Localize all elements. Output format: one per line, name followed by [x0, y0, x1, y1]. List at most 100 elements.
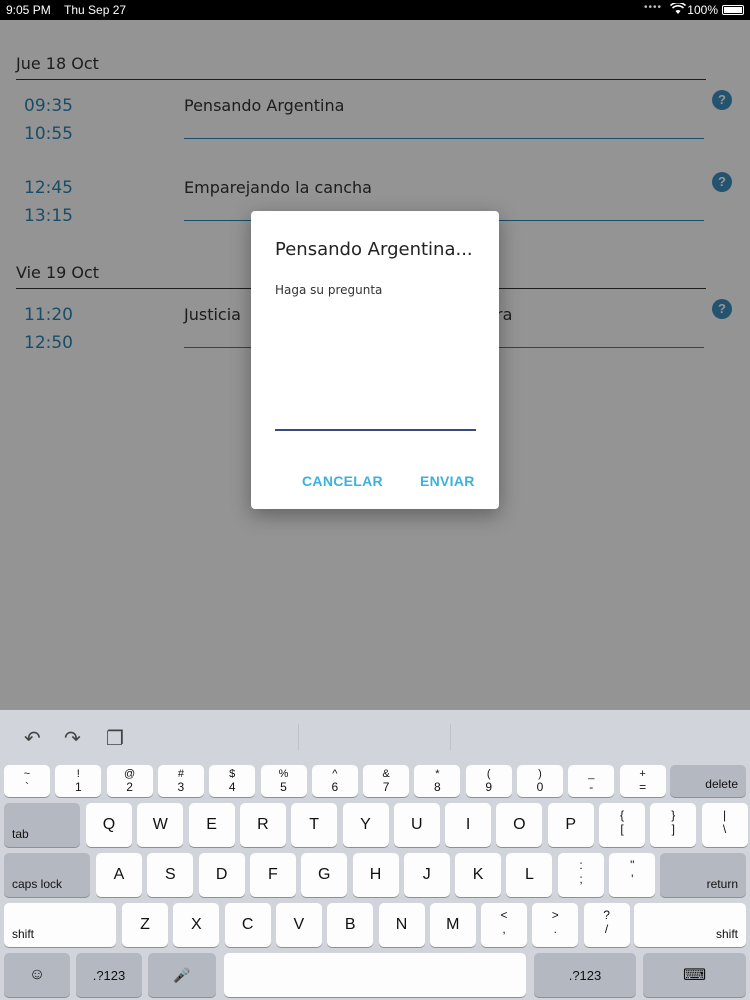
key-y[interactable]: Y	[342, 803, 389, 847]
key-shift-symbol: {	[619, 808, 624, 822]
key-9[interactable]: (9	[465, 765, 512, 797]
key-shift-symbol: %	[278, 768, 289, 780]
key-symbol: 5	[280, 780, 287, 794]
key-3[interactable]: #3	[157, 765, 204, 797]
key-m[interactable]: M	[429, 903, 476, 947]
key-b[interactable]: B	[327, 903, 374, 947]
keyboard-toolbar: ↶ ↷ ❐	[0, 710, 750, 764]
key-k[interactable]: K	[455, 853, 502, 897]
key-2[interactable]: @2	[106, 765, 153, 797]
mic-icon[interactable]: 🎤	[148, 953, 216, 997]
key-shift-symbol: "	[630, 858, 635, 872]
key-symbol-row3-2[interactable]: ? /	[583, 903, 630, 947]
key-shift-symbol: $	[229, 768, 236, 780]
key-o[interactable]: O	[496, 803, 543, 847]
key-q[interactable]: Q	[86, 803, 132, 847]
key-symbol: .	[553, 922, 557, 936]
delete-key[interactable]: delete	[670, 765, 746, 797]
key-shift-symbol: ^	[332, 768, 338, 780]
caps-lock-key[interactable]: caps lock	[4, 853, 90, 897]
key-x[interactable]: X	[173, 903, 220, 947]
key-5[interactable]: % 5	[260, 765, 307, 797]
key-label: delete	[705, 777, 738, 791]
key-label: shift	[715, 927, 738, 941]
key--[interactable]: _ -	[568, 765, 615, 797]
key-symbol: `	[25, 780, 29, 794]
key-j[interactable]: J	[403, 853, 450, 897]
paste-icon[interactable]: ❐	[106, 726, 124, 750]
key-i[interactable]: I	[445, 803, 492, 847]
redo-icon[interactable]: ↷	[64, 726, 81, 750]
key-r[interactable]: R	[239, 803, 286, 847]
onscreen-keyboard: ↶ ↷ ❐ ~ `! 1 @2 #3 $4% 5 ^ 6 & 7 * 8(9) 0 _ - + = delete ta…	[0, 710, 750, 1000]
key-c[interactable]: C	[224, 903, 271, 947]
key-`[interactable]: ~ `	[4, 765, 50, 797]
key-t[interactable]: T	[291, 803, 338, 847]
tab-key[interactable]: tab	[4, 803, 80, 847]
return-key[interactable]: return	[660, 853, 746, 897]
key-symbol: 6	[331, 780, 339, 794]
key-h[interactable]: H	[352, 853, 399, 897]
key-symbol-0[interactable]: :;	[558, 853, 604, 897]
key-4[interactable]: $4	[209, 765, 256, 797]
hide-keyboard-icon[interactable]: ⌨	[643, 953, 746, 997]
key-a[interactable]: A	[96, 853, 142, 897]
key-symbol: 8	[434, 780, 441, 794]
key-shift-symbol: #	[177, 768, 184, 780]
key-w[interactable]: W	[137, 803, 184, 847]
cancel-button[interactable]: CANCELAR	[302, 473, 383, 489]
key-u[interactable]: U	[393, 803, 440, 847]
key-symbol: 4	[228, 780, 236, 794]
undo-icon[interactable]: ↶	[24, 726, 41, 750]
key-8[interactable]: * 8	[414, 765, 461, 797]
dialog-title: Pensando Argentina...	[275, 239, 473, 260]
key-0[interactable]: ) 0	[517, 765, 563, 797]
key-g[interactable]: G	[301, 853, 348, 897]
key-z[interactable]: Z	[122, 903, 168, 947]
numbers-key-right[interactable]: .?123	[534, 953, 636, 997]
key-symbol-1[interactable]: " '	[609, 853, 656, 897]
key-n[interactable]: N	[378, 903, 425, 947]
status-time: 9:05 PM	[6, 3, 51, 17]
key-shift-symbol: +	[639, 768, 646, 780]
key-][interactable]: }]	[650, 803, 697, 847]
send-button[interactable]: ENVIAR	[420, 473, 475, 489]
numbers-key-left[interactable]: .?123	[76, 953, 142, 997]
battery-percent: 100%	[687, 3, 718, 17]
key-shift-symbol: (	[486, 768, 491, 780]
key-shift-symbol: *	[435, 768, 440, 780]
key-e[interactable]: E	[188, 803, 235, 847]
key-1[interactable]: ! 1	[55, 765, 102, 797]
key-[[interactable]: {[	[599, 803, 645, 847]
key-v[interactable]: V	[275, 903, 322, 947]
key-f[interactable]: F	[249, 853, 296, 897]
question-dialog: Pensando Argentina... Haga su pregunta C…	[251, 211, 499, 509]
key-=[interactable]: + =	[619, 765, 666, 797]
shift-key-left[interactable]: shift	[4, 903, 116, 947]
key-symbol: -	[589, 780, 594, 794]
key-6[interactable]: ^ 6	[311, 765, 358, 797]
key-shift-symbol: <	[500, 908, 508, 922]
space-key[interactable]	[224, 953, 526, 997]
key-l[interactable]: L	[506, 853, 553, 897]
battery-icon	[722, 5, 744, 15]
key-s[interactable]: S	[147, 853, 194, 897]
key-symbol-row3-0[interactable]: <,	[481, 903, 527, 947]
key-shift-symbol: }	[671, 808, 676, 822]
key-label: shift	[12, 927, 35, 941]
key-label: return	[706, 877, 738, 891]
shift-key-right[interactable]: shift	[634, 903, 746, 947]
key-p[interactable]: P	[547, 803, 594, 847]
toolbar-separator	[450, 724, 451, 750]
key-7[interactable]: & 7	[363, 765, 410, 797]
key-d[interactable]: D	[198, 853, 245, 897]
emoji-icon[interactable]: ☺	[4, 953, 70, 997]
key-shift-symbol: &	[382, 768, 390, 780]
question-input[interactable]	[275, 307, 476, 431]
key-symbol: 7	[382, 780, 390, 794]
key-symbol-row3-1[interactable]: >.	[532, 903, 579, 947]
key-symbol: 9	[485, 780, 493, 794]
key-symbol: '	[631, 872, 634, 886]
key-\[interactable]: | \	[701, 803, 748, 847]
status-bar: 9:05 PM Thu Sep 27 •••• 100%	[0, 0, 750, 20]
